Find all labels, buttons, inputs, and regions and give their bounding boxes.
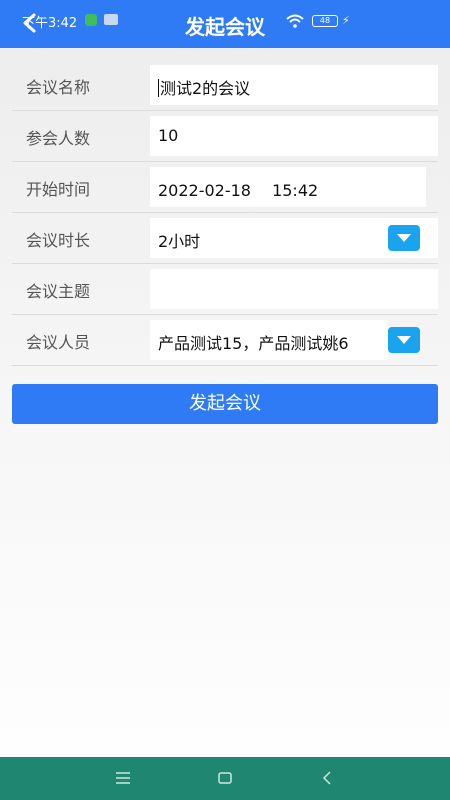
meeting-name-value: 测试2的会议 bbox=[160, 79, 251, 98]
meeting-name-label: 会议名称 bbox=[26, 78, 91, 97]
participants-dropdown-button[interactable] bbox=[388, 327, 420, 353]
start-time-label: 开始时间 bbox=[26, 180, 91, 199]
page-title: 发起会议 bbox=[185, 15, 265, 39]
attendee-count-input[interactable]: 10 bbox=[150, 116, 438, 156]
system-nav-bar bbox=[0, 757, 450, 800]
attendee-count-label: 参会人数 bbox=[26, 129, 91, 148]
chevron-down-icon bbox=[397, 336, 411, 344]
meeting-name-input[interactable]: 测试2的会议 bbox=[150, 65, 438, 105]
menu-icon[interactable] bbox=[116, 772, 130, 784]
start-time-row: 开始时间 2022-02-18 15:42 bbox=[12, 162, 438, 213]
text-caret bbox=[158, 79, 159, 97]
duration-dropdown-button[interactable] bbox=[388, 225, 420, 251]
chevron-down-icon bbox=[397, 234, 411, 242]
attendee-count-row: 参会人数 10 bbox=[12, 111, 438, 162]
start-time-input[interactable]: 2022-02-18 15:42 bbox=[150, 167, 426, 207]
topic-input[interactable] bbox=[150, 269, 438, 309]
participants-select[interactable]: 产品测试15，产品测试姚6 bbox=[150, 320, 388, 360]
battery-icon: 48 bbox=[312, 15, 338, 27]
back-nav-icon[interactable] bbox=[322, 771, 332, 785]
participants-label: 会议人员 bbox=[26, 333, 91, 352]
start-meeting-button[interactable]: 发起会议 bbox=[12, 384, 438, 424]
participants-row: 会议人员 产品测试15，产品测试姚6 bbox=[12, 315, 438, 366]
meeting-form: 会议名称 测试2的会议 参会人数 10 开始时间 2022-02-18 15:4… bbox=[12, 60, 438, 366]
meeting-name-row: 会议名称 测试2的会议 bbox=[12, 60, 438, 111]
topic-row: 会议主题 bbox=[12, 264, 438, 315]
home-icon[interactable] bbox=[218, 771, 232, 785]
topic-label: 会议主题 bbox=[26, 282, 91, 301]
charging-icon: ⚡ bbox=[342, 14, 350, 27]
wifi-icon bbox=[286, 14, 304, 28]
app-header: 下午3:42 发起会议 48 ⚡ bbox=[0, 0, 450, 48]
duration-label: 会议时长 bbox=[26, 231, 91, 250]
duration-row: 会议时长 2小时 bbox=[12, 213, 438, 264]
